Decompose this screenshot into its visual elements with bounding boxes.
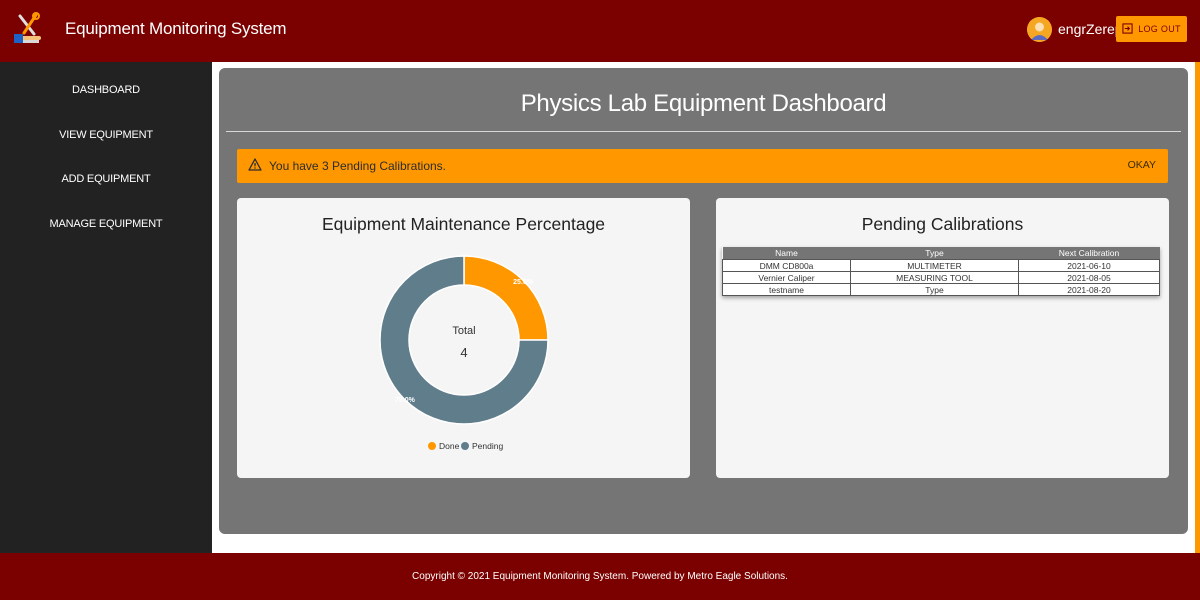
legend-label-done[interactable]: Done xyxy=(439,441,460,451)
cell-name: testname xyxy=(722,283,851,296)
column-header-type: Type xyxy=(850,247,1019,260)
footer: Copyright © 2021 Equipment Monitoring Sy… xyxy=(0,553,1200,600)
pending-calibration-alert: You have 3 Pending Calibrations. OKAY xyxy=(237,149,1168,183)
cell-name: Vernier Caliper xyxy=(722,271,851,284)
okay-button[interactable]: OKAY xyxy=(1128,159,1156,171)
legend-marker-done[interactable] xyxy=(428,442,436,450)
app-header: Equipment Monitoring System engrZerep LO… xyxy=(0,0,1200,62)
scrollbar-strip[interactable] xyxy=(1195,62,1200,553)
cell-next-calibration: 2021-06-10 xyxy=(1018,259,1160,272)
alert-text: You have 3 Pending Calibrations. xyxy=(269,159,447,173)
legend-marker-pending[interactable] xyxy=(461,442,469,450)
calibrations-card-title: Pending Calibrations xyxy=(861,214,1024,234)
cell-type: MEASURING TOOL xyxy=(850,271,1019,284)
logout-button[interactable]: LOG OUT xyxy=(1116,16,1187,42)
table-row: Vernier Caliper MEASURING TOOL 2021-08-0… xyxy=(722,271,1160,284)
sidebar: DASHBOARD VIEW EQUIPMENT ADD EQUIPMENT M… xyxy=(0,62,212,553)
donut-slice-label: 25.0% xyxy=(513,279,534,286)
donut-center-label: Total xyxy=(452,325,475,337)
title-divider xyxy=(226,131,1181,132)
donut-center-value: 4 xyxy=(460,345,467,360)
donut-slice-label: 75.0% xyxy=(395,397,416,404)
logout-icon xyxy=(1122,22,1133,36)
donut-slice-done[interactable] xyxy=(463,255,549,341)
column-header-next-calibration: Next Calibration xyxy=(1018,247,1160,260)
table-row: DMM CD800a MULTIMETER 2021-06-10 xyxy=(722,259,1160,272)
cell-next-calibration: 2021-08-20 xyxy=(1018,283,1160,296)
logout-label: LOG OUT xyxy=(1138,24,1181,34)
page-title: Physics Lab Equipment Dashboard xyxy=(520,90,887,117)
sidebar-item-manage-equipment[interactable]: MANAGE EQUIPMENT xyxy=(0,218,212,230)
calibrations-card: Pending Calibrations Name Type Next Cali… xyxy=(716,198,1169,478)
calibrations-table: Name Type Next Calibration DMM CD800a MU… xyxy=(722,247,1160,296)
cell-name: DMM CD800a xyxy=(722,259,851,272)
cell-next-calibration: 2021-08-05 xyxy=(1018,271,1160,284)
sidebar-item-add-equipment[interactable]: ADD EQUIPMENT xyxy=(0,173,212,185)
sidebar-item-view-equipment[interactable]: VIEW EQUIPMENT xyxy=(0,129,212,141)
sidebar-item-dashboard[interactable]: DASHBOARD xyxy=(0,84,212,96)
footer-copyright: Copyright © 2021 Equipment Monitoring Sy… xyxy=(412,571,788,582)
app-title: Equipment Monitoring System xyxy=(65,19,287,38)
maintenance-card: Equipment Maintenance Percentage 25.0% 75… xyxy=(237,198,690,478)
user-avatar-icon[interactable] xyxy=(1027,17,1052,42)
table-row: testname Type 2021-08-20 xyxy=(722,283,1160,296)
dashboard-panel: Physics Lab Equipment Dashboard You have… xyxy=(219,68,1188,534)
cell-type: Type xyxy=(850,283,1019,296)
cell-type: MULTIMETER xyxy=(850,259,1019,272)
legend-label-pending[interactable]: Pending xyxy=(472,441,503,451)
username[interactable]: engrZerep xyxy=(1058,21,1123,37)
warning-icon xyxy=(248,158,262,171)
column-header-name: Name xyxy=(722,247,851,260)
tools-logo-icon xyxy=(12,12,44,46)
table-header-row: Name Type Next Calibration xyxy=(722,247,1160,260)
maintenance-donut-chart: 25.0% 75.0% Total 4 Done Pending xyxy=(379,255,549,451)
